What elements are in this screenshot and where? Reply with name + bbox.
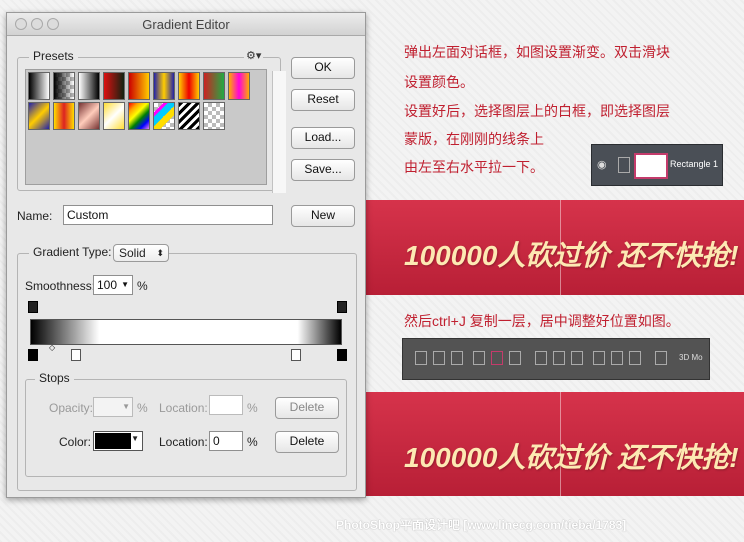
chain-link-icon — [618, 157, 630, 173]
preset-swatch[interactable] — [178, 102, 200, 130]
watermark: PhotoShop平面设计吧 [www.linecg.com/tieba/178… — [336, 518, 627, 532]
distribute-bottom-icon[interactable] — [571, 351, 583, 365]
opacity-input[interactable]: ▼ — [93, 397, 133, 417]
color-stop-black-left[interactable] — [28, 349, 38, 361]
preset-swatch[interactable] — [203, 72, 225, 100]
banner-red-1: 100000人砍过价 还不快抢! — [366, 200, 744, 295]
align-toolbar-snippet: 3D Mo — [402, 338, 710, 380]
stop-color-fill — [95, 433, 131, 449]
distribute-top-icon[interactable] — [535, 351, 547, 365]
titlebar: Gradient Editor — [7, 13, 365, 36]
smoothness-value: 100 — [97, 278, 118, 292]
note-line-1: 弹出左面对话框，如图设置渐变。双击滑块 — [404, 44, 670, 60]
name-input[interactable]: Custom — [63, 205, 273, 225]
name-label: Name: — [17, 209, 53, 223]
preset-swatch[interactable] — [78, 72, 100, 100]
opacity-stop-right[interactable] — [337, 301, 347, 313]
color-location-input[interactable]: 0 — [209, 431, 243, 451]
preset-swatch[interactable] — [128, 102, 150, 130]
3d-mode-label[interactable]: 3D Mo — [679, 353, 703, 362]
new-button[interactable]: New — [291, 205, 355, 227]
auto-align-icon[interactable] — [655, 351, 667, 365]
note-line-2: 设置颜色。 — [404, 74, 474, 90]
opacity-location-percent: % — [247, 401, 258, 415]
up-down-arrows-icon: ⬍ — [156, 248, 164, 258]
gradient-type-label: Gradient Type: — [29, 245, 116, 259]
align-left-icon[interactable] — [415, 351, 427, 365]
layer-name[interactable]: Rectangle 1 — [670, 159, 718, 169]
color-location-percent: % — [247, 435, 258, 449]
layer-mask-thumbnail[interactable] — [634, 153, 668, 179]
preset-swatch[interactable] — [103, 102, 125, 130]
save-button[interactable]: Save... — [291, 159, 355, 181]
presets-list[interactable] — [25, 69, 286, 193]
color-swatch-picker[interactable]: ▼ — [93, 431, 143, 451]
gradient-editor-dialog: Gradient Editor Presets ⚙▾ OK Reset Load… — [6, 12, 366, 498]
align-top-icon[interactable] — [473, 351, 485, 365]
align-right-icon[interactable] — [451, 351, 463, 365]
note-line-6: 然后ctrl+J 复制一层，居中调整好位置如图。 — [404, 313, 680, 329]
eye-icon[interactable]: ◉ — [597, 158, 607, 171]
banner-text-1: 100000人砍过价 还不快抢! — [404, 240, 739, 271]
load-button[interactable]: Load... — [291, 127, 355, 149]
preset-swatch[interactable] — [228, 72, 250, 100]
gradient-type-value: Solid — [119, 246, 146, 260]
preset-swatch[interactable] — [178, 72, 200, 100]
color-stop-black-right[interactable] — [337, 349, 347, 361]
distribute-vcenter-icon[interactable] — [553, 351, 565, 365]
preset-swatch[interactable] — [103, 72, 125, 100]
smoothness-input[interactable]: 100 ▼ — [93, 275, 133, 295]
align-bottom-icon[interactable] — [509, 351, 521, 365]
dialog-title: Gradient Editor — [142, 17, 230, 32]
delete-color-stop-button[interactable]: Delete — [275, 431, 339, 453]
note-line-4: 蒙版，在刚刚的线条上 — [404, 131, 544, 147]
distribute-right-icon[interactable] — [629, 351, 641, 365]
note-line-5: 由左至右水平拉一下。 — [404, 159, 544, 175]
preset-swatch[interactable] — [78, 102, 100, 130]
chevron-down-icon[interactable]: ▼ — [131, 434, 139, 443]
midpoint-diamond-icon[interactable]: ◇ — [49, 343, 55, 352]
opacity-location-label: Location: — [159, 401, 208, 415]
note-line-3: 设置好后，选择图层上的白框，即选择图层 — [404, 103, 670, 119]
banner-text-2: 100000人砍过价 还不快抢! — [404, 442, 739, 473]
reset-button[interactable]: Reset — [291, 89, 355, 111]
percent-sign: % — [137, 279, 148, 293]
presets-label: Presets — [29, 49, 78, 63]
banner-red-2: 100000人砍过价 还不快抢! — [350, 392, 744, 496]
distribute-hcenter-icon[interactable] — [611, 351, 623, 365]
chevron-down-icon[interactable]: ▼ — [121, 276, 129, 294]
color-stop-white-right[interactable] — [291, 349, 301, 361]
smoothness-label: Smoothness: — [25, 279, 96, 293]
stops-group — [25, 379, 347, 477]
ok-button[interactable]: OK — [291, 57, 355, 79]
presets-scrollbar[interactable] — [272, 71, 286, 193]
gradient-type-select[interactable]: Solid ⬍ — [113, 244, 169, 262]
color-label: Color: — [59, 435, 92, 449]
preset-swatch[interactable] — [28, 72, 50, 100]
preset-swatch[interactable] — [203, 102, 225, 130]
delete-opacity-stop-button[interactable]: Delete — [275, 397, 339, 419]
opacity-stop-left[interactable] — [28, 301, 38, 313]
gradient-preview-bar[interactable] — [30, 319, 342, 345]
align-hcenter-icon[interactable] — [433, 351, 445, 365]
color-stop-white-left[interactable] — [71, 349, 81, 361]
layers-panel-snippet: ◉ Rectangle 1 — [591, 144, 723, 186]
chevron-down-icon[interactable]: ▼ — [122, 398, 130, 416]
gear-icon[interactable]: ⚙▾ — [244, 49, 264, 62]
align-vcenter-icon[interactable] — [491, 351, 503, 365]
preset-swatch[interactable] — [153, 72, 175, 100]
preset-swatch[interactable] — [153, 102, 175, 130]
stops-label: Stops — [35, 371, 74, 385]
preset-swatch[interactable] — [53, 102, 75, 130]
preset-swatch[interactable] — [28, 102, 50, 130]
preset-swatch[interactable] — [53, 72, 75, 100]
opacity-percent: % — [137, 401, 148, 415]
color-location-label: Location: — [159, 435, 208, 449]
opacity-location-input[interactable] — [209, 395, 243, 415]
distribute-left-icon[interactable] — [593, 351, 605, 365]
preset-swatch[interactable] — [128, 72, 150, 100]
opacity-label: Opacity: — [49, 401, 94, 415]
